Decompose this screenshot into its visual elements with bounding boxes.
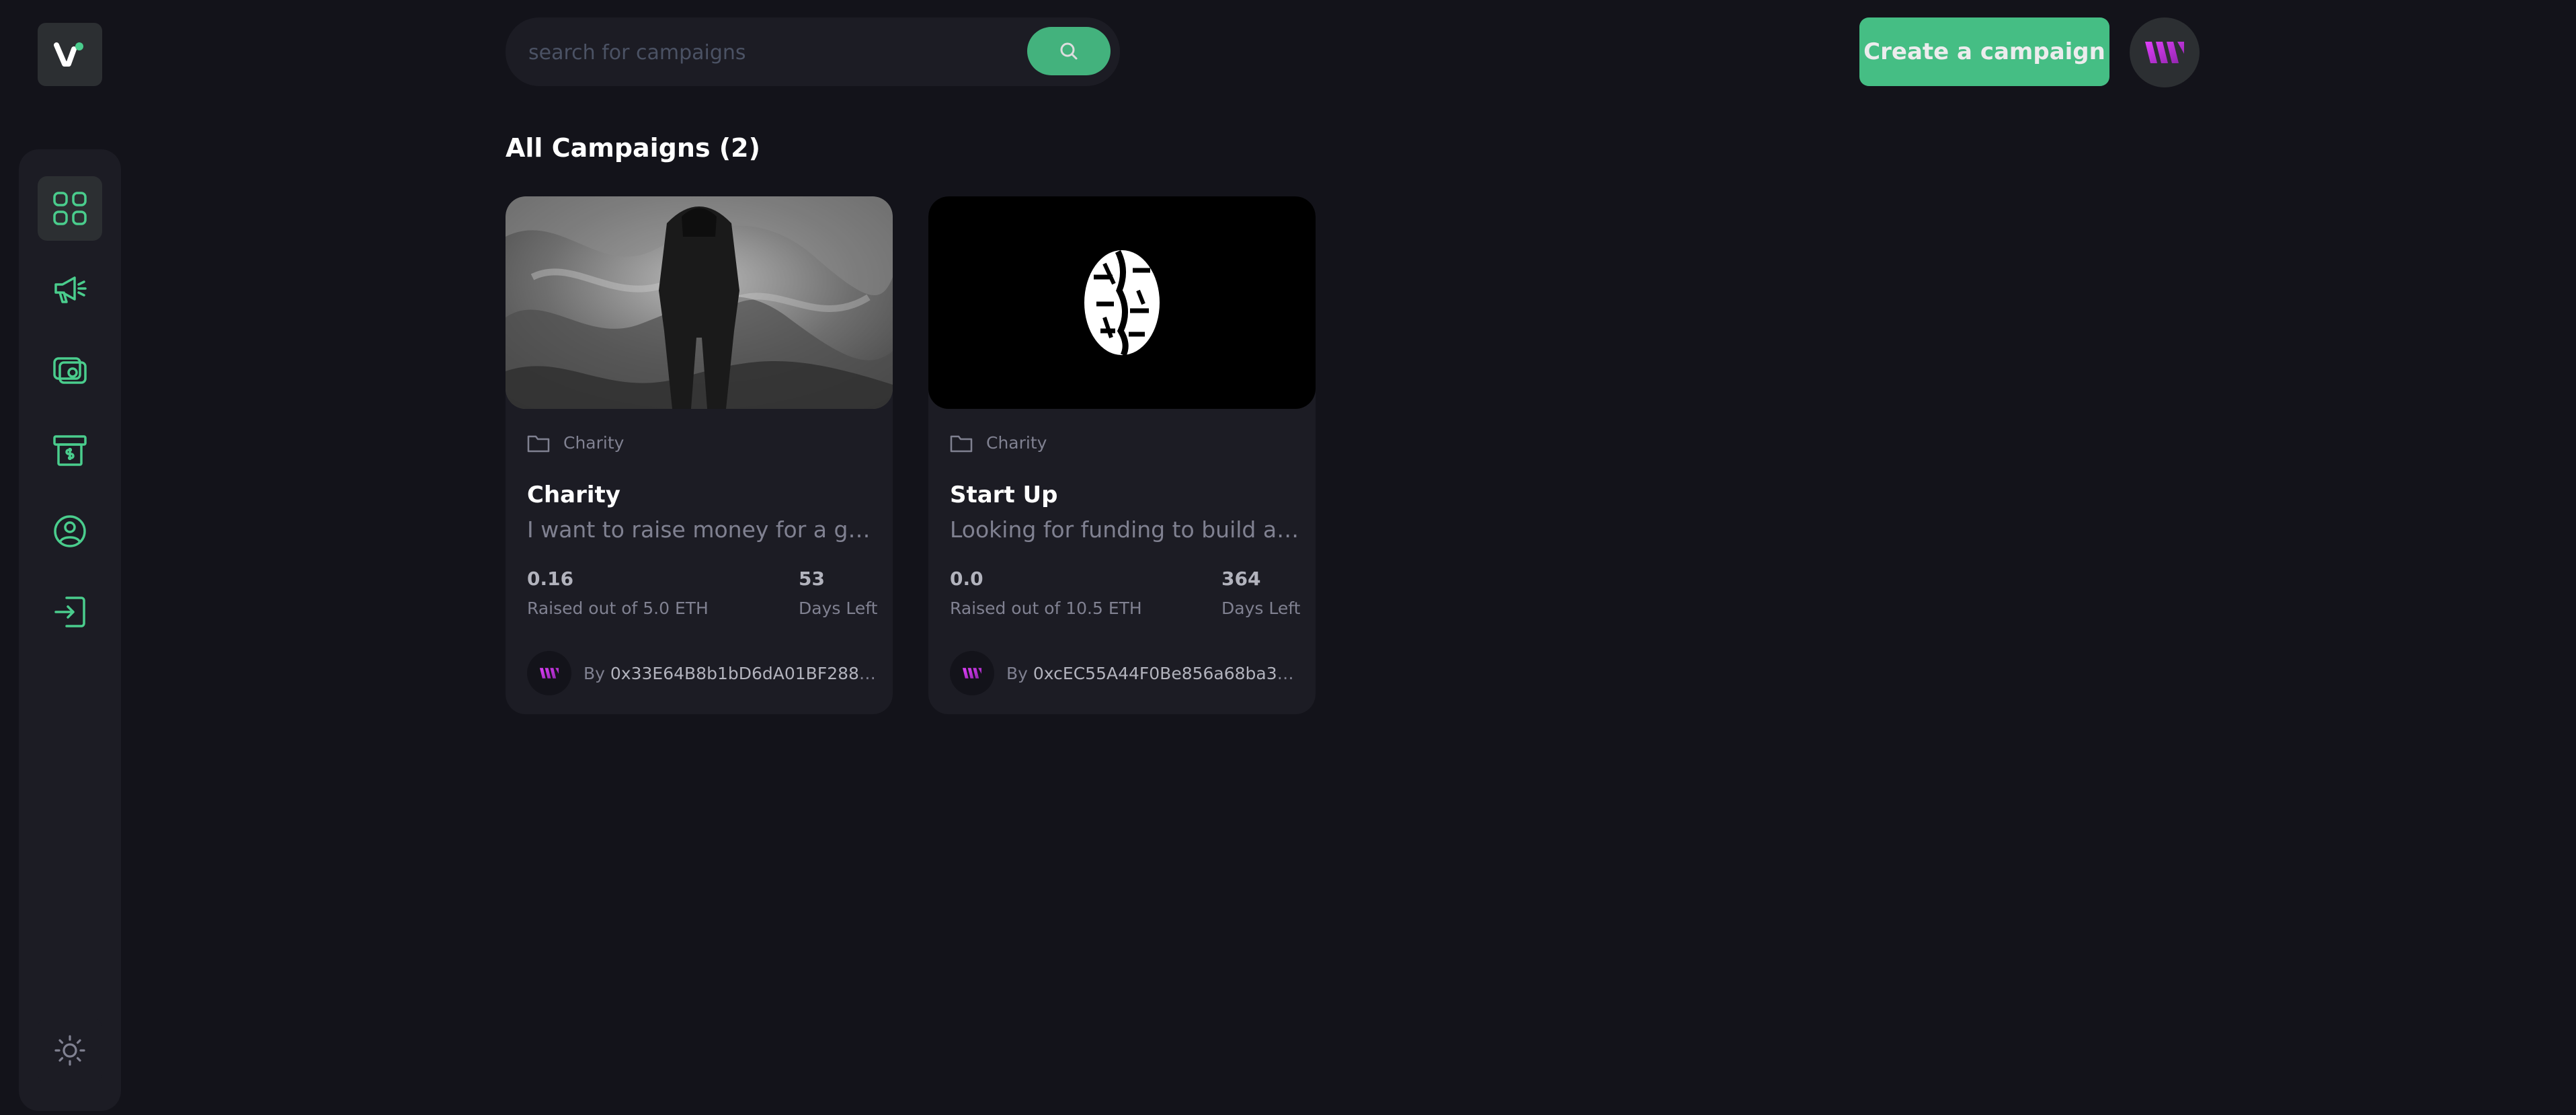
brand-avatar-icon [962,668,982,679]
owner-avatar [950,651,994,695]
campaign-title: Start Up [950,482,1058,508]
owner-address: By 0x33E64B8b1bD6dA01BF28803747a5d2c4 [583,663,877,683]
sidebar-item-withdraw[interactable] [38,418,102,483]
search-input[interactable] [527,17,1000,87]
sidebar [19,149,121,1111]
logo-icon [54,42,83,67]
campaign-category: Charity [527,433,624,453]
folder-icon [527,435,550,452]
sidebar-item-payment[interactable] [38,338,102,402]
owner-avatar [527,651,571,695]
brand-avatar-icon [539,668,559,679]
days-left-label: Days Left [1221,599,1301,618]
owner-address: By 0xcEC55A44F0Be856a68ba35c81b2d77e0 [1006,663,1299,683]
campaign-category: Charity [950,433,1047,453]
brand-avatar-icon [2145,42,2184,63]
category-label: Charity [563,433,625,453]
sidebar-item-logout[interactable] [38,580,102,644]
section-title: All Campaigns (2) [506,133,760,163]
campaign-card[interactable]: Charity Charity I want to raise money fo… [506,196,893,714]
app-logo[interactable] [38,23,102,86]
withdraw-icon [53,435,87,466]
raised-label: Raised out of 10.5 ETH [950,599,1142,618]
sun-icon [54,1035,85,1066]
sidebar-item-profile[interactable] [38,499,102,564]
campaign-owner: By 0xcEC55A44F0Be856a68ba35c81b2d77e0 [950,651,1299,695]
payment-icon [53,357,87,384]
search-icon [1060,42,1078,60]
campaign-description: I want to raise money for a good cause [527,516,877,543]
dashboard-icon [53,192,87,225]
create-campaign-button[interactable]: Create a campaign [1859,17,2109,86]
campaign-megaphone-icon [54,276,87,303]
logout-icon [54,597,85,627]
campaign-image [928,196,1316,409]
campaign-description: Looking for funding to build a web3 star… [950,516,1299,543]
raised-amount: 0.0 [950,568,983,590]
days-left-value: 364 [1221,568,1261,590]
days-left-value: 53 [799,568,825,590]
raised-amount: 0.16 [527,568,574,590]
folder-icon [950,435,973,452]
campaign-card[interactable]: Charity Start Up Looking for funding to … [928,196,1316,714]
theme-toggle[interactable] [38,1018,102,1083]
campaign-title: Charity [527,482,620,508]
campaign-owner: By 0x33E64B8b1bD6dA01BF28803747a5d2c4 [527,651,877,695]
days-left-label: Days Left [799,599,878,618]
campaign-image [506,196,893,409]
search-bar [506,17,1120,87]
search-button[interactable] [1027,27,1111,75]
profile-icon [54,515,86,547]
profile-avatar-button[interactable] [2130,17,2200,87]
category-label: Charity [986,433,1047,453]
raised-label: Raised out of 5.0 ETH [527,599,709,618]
sidebar-item-dashboard[interactable] [38,176,102,241]
sidebar-item-campaign[interactable] [38,257,102,321]
